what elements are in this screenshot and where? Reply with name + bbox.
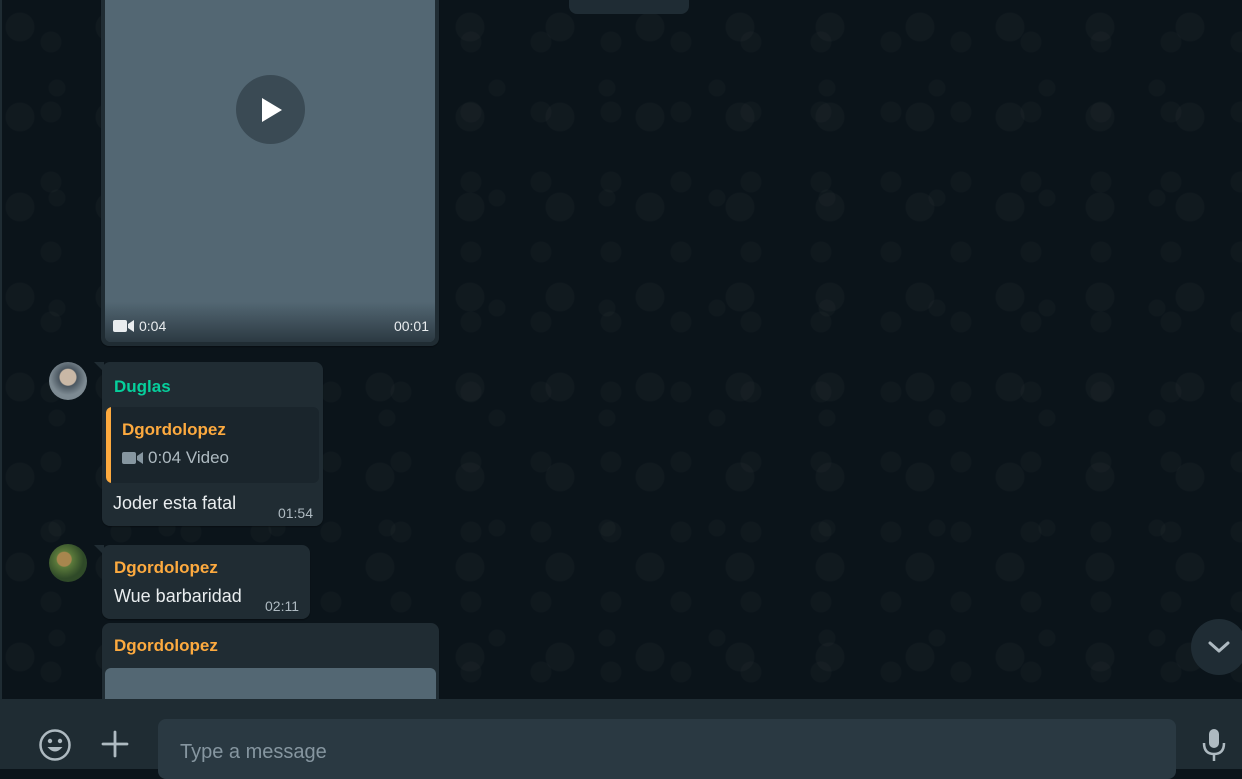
chevron-down-icon xyxy=(1208,641,1230,653)
message-text: Joder esta fatal xyxy=(113,493,237,513)
video-message[interactable]: 0:04 00:01 xyxy=(101,0,439,346)
emoji-icon xyxy=(39,729,71,761)
scroll-down-button[interactable] xyxy=(1191,619,1242,675)
date-stub xyxy=(569,0,689,14)
message-bubble[interactable]: Duglas Dgordolopez 0:04 Video Joder esta… xyxy=(94,362,323,526)
emoji-button[interactable] xyxy=(37,727,73,763)
chat-area[interactable]: 0:04 00:01 Duglas Dgordolopez 0:04 Video… xyxy=(0,0,1242,699)
video-thumbnail[interactable]: 0:04 00:01 xyxy=(105,0,435,342)
voice-message-button[interactable] xyxy=(1198,727,1230,763)
quoted-message[interactable]: Dgordolopez 0:04 Video xyxy=(106,407,319,483)
quote-bar xyxy=(106,407,111,483)
avatar[interactable] xyxy=(49,544,87,582)
attach-button[interactable] xyxy=(98,727,132,761)
message-time: 01:54 xyxy=(277,505,313,521)
sender-name[interactable]: Duglas xyxy=(114,377,171,397)
play-icon xyxy=(261,97,282,122)
avatar[interactable] xyxy=(49,362,87,400)
message-time: 02:11 xyxy=(265,598,299,614)
play-button[interactable] xyxy=(236,75,305,144)
message-input[interactable] xyxy=(158,719,1176,777)
message-bubble[interactable]: Dgordolopez Wue barbaridad 02:11 xyxy=(94,545,310,619)
media-thumbnail[interactable] xyxy=(105,668,436,699)
quoted-content: 0:04 Video xyxy=(122,448,229,468)
video-camera-icon xyxy=(122,452,143,464)
message-bubble[interactable]: Dgordolopez xyxy=(102,623,439,699)
microphone-icon xyxy=(1202,729,1226,761)
sender-name[interactable]: Dgordolopez xyxy=(114,636,218,656)
quoted-type: Video xyxy=(185,448,230,467)
plus-icon xyxy=(101,730,129,758)
video-duration: 0:04 xyxy=(113,318,166,334)
video-camera-icon xyxy=(113,320,134,332)
quoted-sender: Dgordolopez xyxy=(122,420,226,439)
message-text: Wue barbaridad xyxy=(114,586,242,606)
message-input-container[interactable] xyxy=(158,719,1176,779)
compose-bar xyxy=(0,699,1242,779)
video-duration-text: 0:04 xyxy=(139,318,167,334)
sender-name[interactable]: Dgordolopez xyxy=(114,558,218,578)
quoted-duration: 0:04 xyxy=(148,448,182,467)
message-time: 00:01 xyxy=(393,318,429,334)
